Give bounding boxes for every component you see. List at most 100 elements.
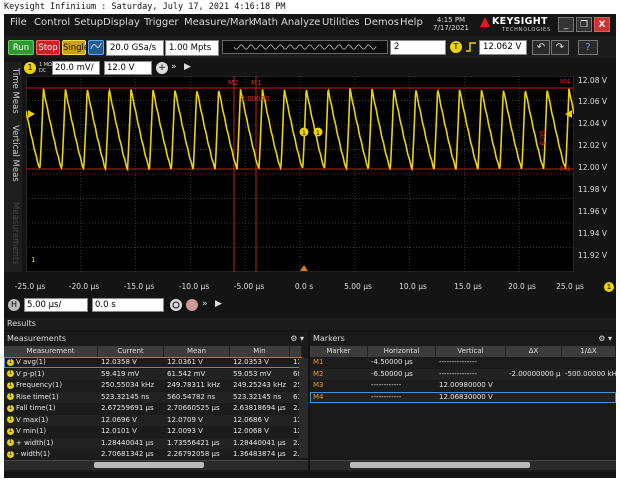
cell-text: 2.70660525 µs (167, 404, 220, 412)
menu-control[interactable]: Control (34, 17, 70, 28)
stop-button[interactable]: Stop (36, 40, 60, 55)
ytick-label: 11.94 V (578, 229, 607, 238)
markers-options-icon[interactable]: ⚙ ▾ (598, 334, 612, 343)
selected-row-outline (4, 357, 302, 368)
cell-text: 560.54782 ns (167, 392, 216, 401)
measurements-options-icon[interactable]: ⚙ ▾ (290, 334, 304, 343)
marker-m4-label: M4 (560, 78, 571, 86)
restore-button[interactable]: ❐ (576, 17, 592, 32)
cell-text: 12.0709 V (167, 415, 203, 424)
memory-depth-field[interactable]: 1.00 Mpts (165, 40, 219, 56)
col-vertical[interactable]: Vertical (436, 346, 506, 357)
reference-button[interactable] (186, 299, 198, 311)
ytick-label: 12.08 V (578, 76, 607, 85)
col-inv-delta-x[interactable]: 1/ΔX (562, 346, 616, 357)
undo-button[interactable]: ↶ (532, 40, 550, 55)
timebase-scale-field[interactable]: 5.00 µs/ (24, 298, 88, 312)
col-current[interactable]: Current (98, 346, 164, 357)
ytick-label: 11.98 V (578, 185, 607, 194)
autoscale-button[interactable] (88, 40, 104, 55)
timebase-position-field[interactable]: 0.0 s (92, 298, 164, 312)
timebase-expand-button[interactable]: » (202, 299, 208, 309)
trigger-level-field[interactable]: 12.062 V (479, 40, 527, 55)
col-max[interactable] (290, 346, 302, 357)
channel-next-button[interactable]: ▶ (184, 62, 191, 72)
rising-edge-icon[interactable] (465, 41, 477, 53)
cell-text: 12.0686 V (233, 415, 269, 424)
col-delta-x[interactable]: ΔX (506, 346, 562, 357)
vertical-scale-field[interactable]: 20.0 mV/ (52, 61, 100, 75)
trigger-number-field[interactable]: 2 (390, 40, 446, 55)
col-mean[interactable]: Mean (164, 346, 230, 357)
markers-title: Markers (313, 334, 345, 343)
col-marker[interactable]: Marker (310, 346, 368, 357)
tab-time-meas[interactable]: Time Meas (6, 66, 20, 116)
markers-scroll-thumb[interactable] (350, 462, 530, 468)
run-button[interactable]: Run (8, 40, 34, 55)
menu-analyze[interactable]: Analyze (281, 17, 320, 28)
help-button[interactable]: ? (578, 40, 598, 55)
cell-text: 1.28440041 µs (233, 438, 286, 447)
channel-dot-icon: 1 (7, 416, 14, 423)
trigger-badge[interactable]: T (450, 41, 462, 53)
menu-setup[interactable]: Setup (74, 17, 103, 28)
y-axis-labels: 12.08 V 12.06 V 12.04 V 12.02 V 12.00 V … (578, 76, 616, 272)
menu-help[interactable]: Help (400, 17, 423, 28)
menu-trigger[interactable]: Trigger (144, 17, 179, 28)
clock-time: 4:15 PM (436, 16, 466, 24)
measurement-name: 1V p-p(1) (4, 369, 98, 380)
measurement-value: 250.55034 kHz (98, 380, 164, 391)
markers-hscrollbar[interactable] (310, 460, 616, 470)
brand-subtitle: TECHNOLOGIES (502, 27, 551, 33)
channel-dot-icon: 1 (7, 393, 14, 400)
ytick-label: 12.04 V (578, 119, 607, 128)
channel-1-badge[interactable]: 1 (24, 62, 36, 74)
xtick-label: 25.0 µs (556, 282, 584, 291)
zoom-button[interactable] (170, 299, 182, 311)
channel-expand-button[interactable]: » (171, 62, 177, 72)
single-button[interactable]: Single (62, 40, 89, 55)
xtick-label: 5.00 µs (344, 282, 372, 291)
measurement-value: 560.54782 ns (164, 392, 230, 403)
menu-math[interactable]: Math (253, 17, 278, 28)
measurements-scroll-thumb[interactable] (94, 462, 204, 468)
close-button[interactable]: X (594, 17, 610, 32)
add-channel-button[interactable]: + (156, 62, 168, 74)
vertical-offset-field[interactable]: 12.0 V (104, 61, 152, 75)
measurement-value: 523.32145 ns (230, 392, 290, 403)
marker-name: M2 (313, 369, 324, 378)
marker-value: -6.50000 µs (371, 369, 413, 378)
marker-value: 12.00980000 V (439, 381, 493, 389)
timebase-next-button[interactable]: ▶ (215, 299, 222, 309)
col-horizontal[interactable]: Horizontal (368, 346, 436, 357)
menu-utilities[interactable]: Utilities (322, 17, 360, 28)
redo-button[interactable]: ↷ (551, 40, 569, 55)
sample-rate-field[interactable]: 20.0 GSa/s (106, 40, 164, 56)
xtick-label: -20.0 µs (68, 282, 100, 291)
measurement-value: 249.25243 kHz (230, 380, 290, 391)
marker-value (506, 357, 562, 368)
measurements-panel: Measurements ⚙ ▾ Measurement Current Mea… (4, 332, 308, 472)
channel-dot-icon: 1 (7, 439, 14, 446)
horizontal-badge[interactable]: H (8, 299, 20, 311)
menu-file[interactable]: File (10, 17, 27, 28)
tab-measurements[interactable]: Measurements (6, 198, 20, 268)
measurements-hscrollbar[interactable] (4, 460, 308, 470)
minimize-button[interactable]: _ (558, 17, 574, 32)
trigger-level-label: 1 (316, 130, 320, 137)
waveform-overview[interactable] (222, 40, 388, 54)
col-min[interactable]: Min (230, 346, 290, 357)
measurements-vscrollbar[interactable] (299, 358, 308, 458)
ytick-label: 12.02 V (578, 141, 607, 150)
measurement-value: 1.73556421 µs (164, 438, 230, 449)
menu-measure-mark[interactable]: Measure/Mark (184, 17, 255, 28)
cell-text: 2.67259691 µs (101, 404, 154, 412)
menu-demos[interactable]: Demos (364, 17, 399, 28)
results-header: Results (4, 318, 616, 330)
cell-text: - width(1) (16, 450, 50, 458)
menu-display[interactable]: Display (103, 17, 140, 28)
waveform-display[interactable]: M2 M1 -2.00000 M4 M3 50.9 1 1 1 (26, 76, 574, 272)
cell-text: 1.28440041 µs (101, 438, 154, 447)
tab-vertical-meas[interactable]: Vertical Meas (6, 120, 20, 186)
col-measurement[interactable]: Measurement (4, 346, 98, 357)
